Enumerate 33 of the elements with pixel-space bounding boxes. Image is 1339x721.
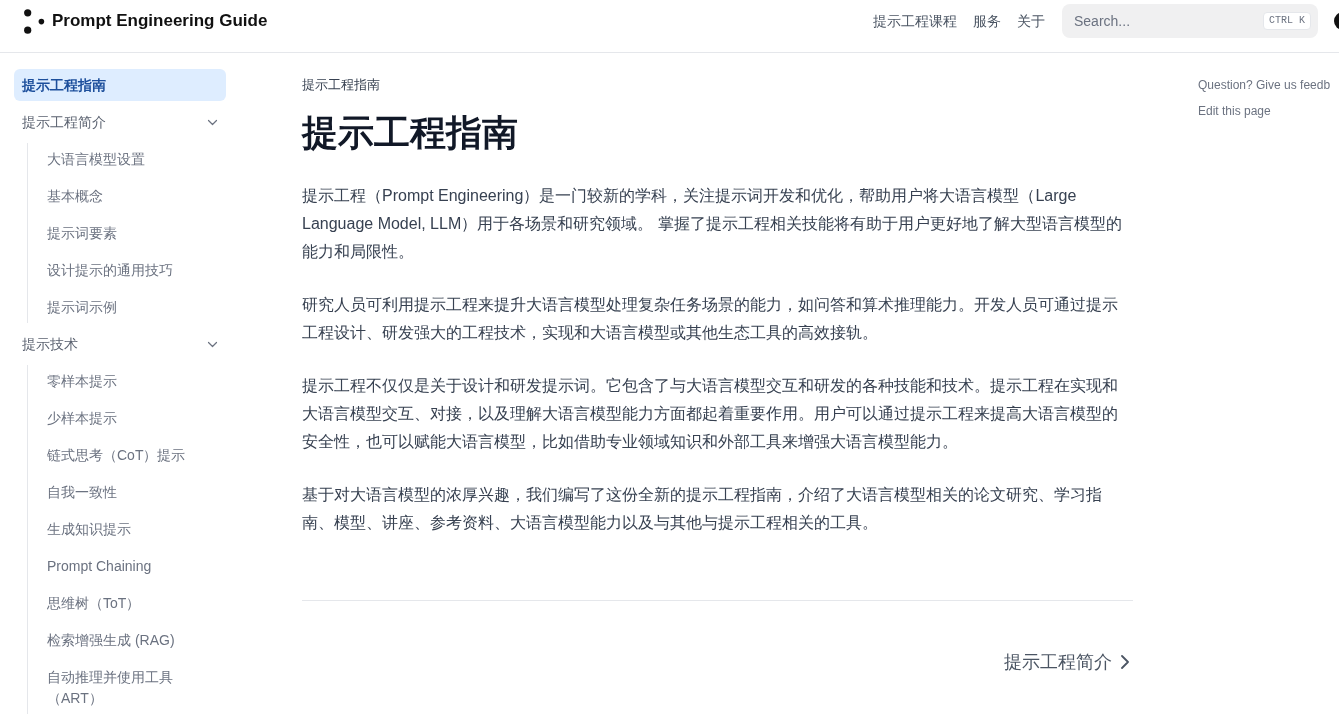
sidebar-item[interactable]: 生成知识提示 bbox=[39, 513, 226, 545]
shortcut-hint: CTRL K bbox=[1263, 12, 1311, 30]
logo-icon bbox=[24, 8, 45, 34]
toc-link[interactable]: Question? Give us feedb bbox=[1198, 77, 1331, 93]
sidebar-item[interactable]: 设计提示的通用技巧 bbox=[39, 254, 226, 286]
sidebar-item[interactable]: 链式思考（CoT）提示 bbox=[39, 439, 226, 471]
paragraph: 提示工程不仅仅是关于设计和研发提示词。它包含了与大语言模型交互和研发的各种技能和技术。提示工程在实现和大语言模型交互、对接，以及理解大语言模型能力方面都起着重要作用。用户可以通过提示工程来提高大语言模型的安全性，也可以赋能大语言模型，比如借助专业领域知识和外部工具来增强大语言模型能力。 bbox=[302, 376, 1119, 452]
breadcrumb: 提示工程指南 bbox=[302, 76, 381, 94]
nav-link[interactable]: 服务 bbox=[973, 10, 1001, 32]
sidebar-item[interactable]: 少样本提示 bbox=[39, 402, 226, 434]
sidebar-item[interactable]: 提示词要素 bbox=[39, 217, 226, 249]
page-title: 提示工程指南 bbox=[302, 113, 519, 153]
chevron-right-icon bbox=[1121, 655, 1129, 669]
sidebar-item[interactable]: 零样本提示 bbox=[39, 365, 226, 397]
sidebar-item[interactable]: 提示工程指南 bbox=[14, 69, 226, 101]
sidebar-group[interactable]: 提示技术 bbox=[14, 328, 226, 360]
sidebar-item[interactable]: 检索增强生成 (RAG) bbox=[39, 624, 226, 656]
sidebar-group[interactable]: 提示工程简介 bbox=[14, 106, 226, 138]
paragraph: 基于对大语言模型的浓厚兴趣，我们编写了这份全新的提示工程指南，介绍了大语言模型相关的论文研究、学习指南、模型、讲座、参考资料、大语言模型能力以及与其他与提示工程相关的工具。 bbox=[302, 485, 1103, 533]
sidebar-item[interactable]: 提示词示例 bbox=[39, 291, 226, 323]
site-title[interactable]: Prompt Engineering Guide bbox=[52, 8, 268, 34]
sidebar-item[interactable]: 大语言模型设置 bbox=[39, 143, 226, 175]
paragraph: 提示工程（Prompt Engineering）是一门较新的学科，关注提示词开发和优化，帮助用户将大语言模型（Large Language Model, LLM）用于各场景和研究领域。 掌握了提示工程相关技能将有助于用户更好地了解大型语言模型的能力和局限性。 bbox=[302, 186, 1123, 262]
sidebar-item[interactable]: 自我一致性 bbox=[39, 476, 226, 508]
nav-link[interactable]: 关于 bbox=[1017, 10, 1045, 32]
toc-link[interactable]: Edit this page bbox=[1198, 103, 1271, 119]
next-page-link[interactable]: 提示工程简介 bbox=[1004, 648, 1133, 676]
sidebar-item[interactable]: 思维树（ToT） bbox=[39, 587, 226, 619]
sidebar-item[interactable]: 自动推理并使用工具（ART） bbox=[39, 661, 226, 714]
nav-link[interactable]: 提示工程课程 bbox=[873, 10, 957, 32]
paragraph: 研究人员可利用提示工程来提升大语言模型处理复杂任务场景的能力，如问答和算术推理能力。开发人员可通过提示工程设计、研发强大的工程技术，实现和大语言模型或其他生态工具的高效接轨。 bbox=[302, 295, 1119, 343]
sidebar-item[interactable]: 基本概念 bbox=[39, 180, 226, 212]
sidebar-item[interactable]: Prompt Chaining bbox=[39, 550, 226, 582]
